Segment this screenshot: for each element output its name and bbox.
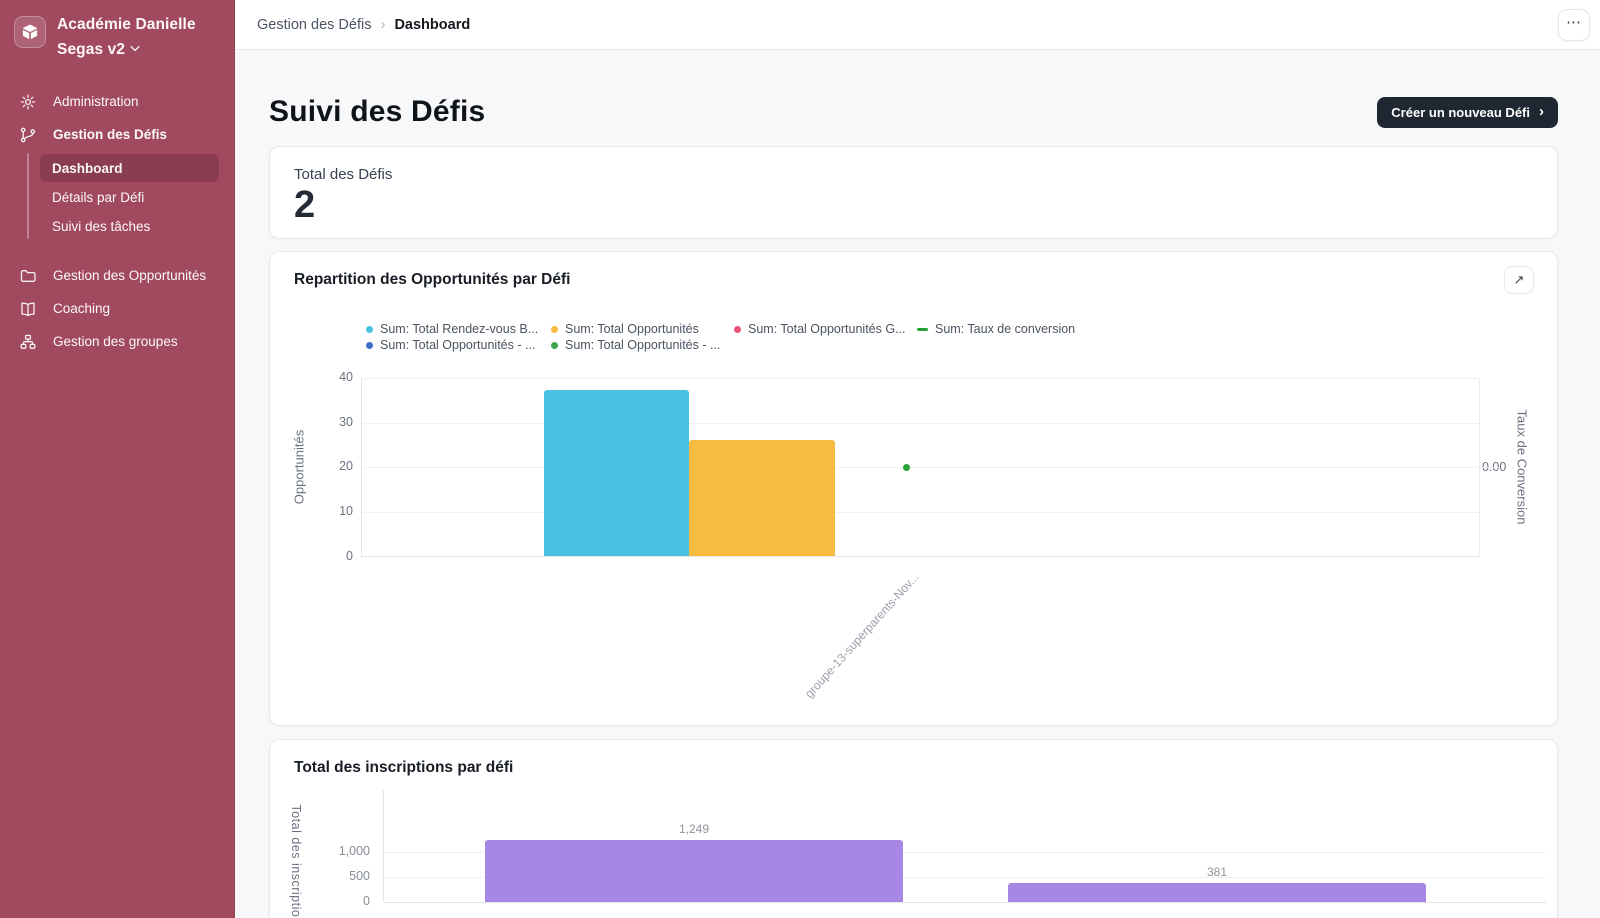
y-axis-tick: 20 — [309, 459, 353, 473]
legend-dot-icon — [366, 342, 373, 349]
sidebar-item-suivi-des-taches[interactable]: Suivi des tâches — [40, 212, 219, 240]
bar-opportunites — [689, 440, 835, 556]
sidebar-item-label: Gestion des groupes — [53, 334, 178, 349]
y-axis-label: Total des inscriptions — [289, 804, 303, 918]
gridline — [362, 378, 1479, 379]
folder-icon — [20, 268, 36, 284]
chart-title: Total des inscriptions par défi — [294, 759, 513, 777]
legend-dot-icon — [551, 342, 558, 349]
chart-title: Repartition des Opportunités par Défi — [294, 271, 570, 289]
legend-dash-icon — [917, 328, 928, 331]
sidebar: Académie Danielle Segas v2 Administratio… — [0, 0, 235, 918]
gridline — [362, 512, 1479, 513]
total-defis-card: Total des Défis 2 — [269, 146, 1558, 239]
page-title: Suivi des Défis — [269, 95, 485, 129]
cube-logo-icon — [20, 22, 40, 42]
legend-item-opportunites-3[interactable]: Sum: Total Opportunités - ... — [551, 338, 720, 352]
more-options-button[interactable]: ⋯ — [1558, 9, 1590, 41]
y-axis-tick: 500 — [320, 869, 370, 883]
sidebar-item-administration[interactable]: Administration — [0, 85, 234, 118]
legend-dot-icon — [734, 326, 741, 333]
legend-dot-icon — [366, 326, 373, 333]
workspace-name: Académie Danielle Segas v2 — [57, 13, 220, 61]
chart-plot-area: 1,249 381 — [383, 790, 1546, 902]
chart-plot-area — [361, 378, 1480, 557]
gridline — [362, 467, 1499, 468]
bar-inscriptions-2 — [1008, 883, 1426, 902]
bar-value-label: 381 — [1207, 865, 1227, 879]
breadcrumb-parent[interactable]: Gestion des Défis — [257, 17, 371, 33]
more-icon: ⋯ — [1566, 13, 1582, 31]
main-area: Gestion des Défis › Dashboard ⋯ Suivi de… — [235, 0, 1600, 918]
sidebar-item-gestion-des-defis[interactable]: Gestion des Défis — [0, 118, 234, 151]
legend-item-opportunites-g[interactable]: Sum: Total Opportunités G... — [734, 322, 905, 336]
sidebar-item-label: Gestion des Défis — [53, 127, 167, 142]
breadcrumb-current: Dashboard — [394, 17, 470, 33]
gridline — [362, 423, 1479, 424]
sidebar-item-dashboard[interactable]: Dashboard — [40, 154, 219, 182]
bar-value-label: 1,249 — [679, 822, 709, 836]
y-axis-label-right: Taux de Conversion — [1515, 410, 1530, 525]
workspace-switcher[interactable]: Académie Danielle Segas v2 — [0, 0, 234, 71]
chevron-right-icon: › — [380, 16, 385, 33]
y-axis-tick: 10 — [309, 504, 353, 518]
sidebar-item-coaching[interactable]: Coaching — [0, 292, 234, 325]
defis-submenu: Dashboard Détails par Défi Suivi des tâc… — [0, 151, 234, 246]
sidebar-item-label: Coaching — [53, 301, 110, 316]
page-header: Suivi des Défis Créer un nouveau Défi › — [269, 95, 1558, 129]
chevron-down-icon — [130, 36, 140, 59]
legend-item-opportunites[interactable]: Sum: Total Opportunités — [551, 322, 699, 336]
page-content: Suivi des Défis Créer un nouveau Défi › … — [235, 50, 1600, 918]
y-axis-tick: 0 — [309, 549, 353, 563]
sidebar-item-details-par-defi[interactable]: Détails par Défi — [40, 183, 219, 211]
legend-item-taux-conversion[interactable]: Sum: Taux de conversion — [917, 322, 1075, 336]
sidebar-nav: Administration Gestion des Défis Dashboa… — [0, 71, 234, 358]
taux-conversion-point — [903, 464, 910, 471]
stats-label: Total des Défis — [294, 166, 1533, 183]
sidebar-item-gestion-des-groupes[interactable]: Gestion des groupes — [0, 325, 234, 358]
sidebar-item-gestion-des-opportunites[interactable]: Gestion des Opportunités — [0, 259, 234, 292]
org-icon — [20, 334, 36, 350]
expand-icon: ↗ — [1514, 272, 1525, 288]
gridline — [384, 902, 1546, 903]
legend-dot-icon — [551, 326, 558, 333]
chevron-right-icon: › — [1539, 104, 1544, 119]
expand-chart-button[interactable]: ↗ — [1504, 266, 1534, 294]
y-axis-label-left: Opportunités — [292, 430, 307, 504]
book-icon — [20, 301, 36, 317]
nav-spacer — [0, 246, 234, 259]
stats-value: 2 — [294, 183, 1533, 227]
sidebar-item-label: Administration — [53, 94, 139, 109]
y-axis-tick: 40 — [309, 370, 353, 384]
sidebar-item-label: Gestion des Opportunités — [53, 268, 206, 283]
opportunites-chart-card: Repartition des Opportunités par Défi ↗ … — [269, 251, 1558, 726]
create-defi-button[interactable]: Créer un nouveau Défi › — [1377, 97, 1558, 128]
legend-item-opportunites-2[interactable]: Sum: Total Opportunités - ... — [366, 338, 535, 352]
y-axis-tick: 0 — [320, 894, 370, 908]
legend-item-rendezvous[interactable]: Sum: Total Rendez-vous B... — [366, 322, 538, 336]
branch-icon — [20, 127, 36, 143]
y-axis-tick: 30 — [309, 415, 353, 429]
inscriptions-chart-card: Total des inscriptions par défi Total de… — [269, 739, 1558, 918]
topbar: Gestion des Défis › Dashboard ⋯ — [235, 0, 1600, 50]
x-axis-category-label: groupe-13-superparents-Nov... — [802, 570, 922, 701]
bar-rendezvous — [544, 390, 689, 556]
bar-inscriptions-1 — [485, 840, 903, 902]
y-axis-tick: 1,000 — [320, 844, 370, 858]
brand-logo — [14, 16, 46, 48]
gear-icon — [20, 94, 36, 110]
